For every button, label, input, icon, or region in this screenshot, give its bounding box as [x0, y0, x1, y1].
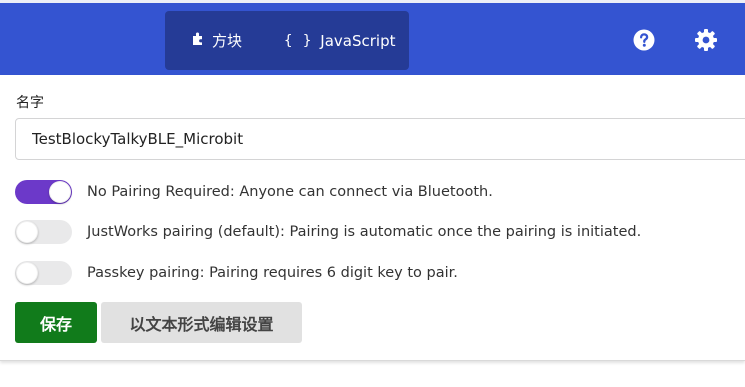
editor-mode-toggle: 方块 { } JavaScript — [165, 11, 409, 70]
toggle-knob — [16, 262, 38, 284]
edit-as-text-button[interactable]: 以文本形式编辑设置 — [101, 302, 302, 343]
top-menu-bar: 方块 { } JavaScript — [0, 0, 745, 75]
save-button[interactable]: 保存 — [15, 302, 97, 343]
braces-icon: { } — [284, 32, 313, 49]
puzzle-icon — [191, 31, 204, 50]
justworks-pairing-label: JustWorks pairing (default): Pairing is … — [87, 224, 642, 240]
name-input[interactable] — [15, 118, 745, 160]
help-icon[interactable] — [632, 28, 656, 52]
option-justworks-pairing[interactable]: JustWorks pairing (default): Pairing is … — [15, 220, 641, 244]
tab-blocks[interactable]: 方块 — [191, 11, 242, 70]
passkey-pairing-label: Passkey pairing: Pairing requires 6 digi… — [87, 265, 458, 281]
settings-panel: 名字 No Pairing Required: Anyone can conne… — [0, 75, 745, 361]
tab-javascript-label: JavaScript — [320, 31, 396, 50]
option-passkey-pairing[interactable]: Passkey pairing: Pairing requires 6 digi… — [15, 261, 458, 285]
name-field-label: 名字 — [16, 95, 44, 111]
tab-javascript[interactable]: { } JavaScript — [284, 11, 396, 70]
option-no-pairing[interactable]: No Pairing Required: Anyone can connect … — [15, 180, 493, 204]
toggle-knob — [49, 181, 71, 203]
gear-icon[interactable] — [694, 28, 718, 52]
toggle-knob — [16, 221, 38, 243]
passkey-pairing-toggle[interactable] — [15, 261, 72, 285]
tab-blocks-label: 方块 — [212, 32, 243, 50]
project-settings-page: 方块 { } JavaScript 名字 TestBlockyTalkyBLE_… — [0, 0, 745, 387]
no-pairing-toggle[interactable] — [15, 180, 72, 204]
justworks-pairing-toggle[interactable] — [15, 220, 72, 244]
no-pairing-label: No Pairing Required: Anyone can connect … — [87, 184, 493, 200]
